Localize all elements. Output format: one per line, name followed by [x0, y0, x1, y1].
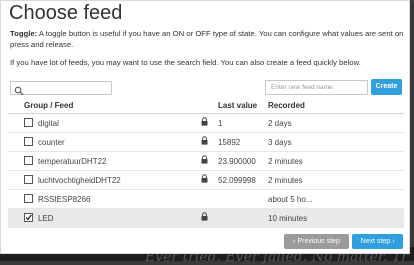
search-input[interactable]: [10, 81, 112, 96]
toggle-help: Toggle: A toggle button is useful if you…: [10, 29, 409, 50]
help-text: Toggle: A toggle button is useful if you…: [10, 29, 409, 77]
header-recorded: Recorded: [268, 101, 305, 110]
new-feed-name-input[interactable]: [265, 80, 368, 95]
last-value: 1: [218, 119, 223, 128]
feed-name: RSSIESP8266: [38, 195, 91, 204]
lock-icon: [201, 155, 208, 166]
last-value: 15892: [218, 138, 241, 147]
table-row[interactable]: luchtvochtigheidDHT22 52.099998 2 minutes: [8, 171, 404, 190]
feeds-table: Group / Feed Last value Recorded digital…: [8, 96, 404, 228]
toggle-label: Toggle:: [10, 29, 38, 38]
choose-feed-dialog: Choose feed Toggle: A toggle button is u…: [0, 0, 410, 254]
previous-step-button[interactable]: ‹ Previous step: [284, 234, 349, 249]
table-row[interactable]: LED 10 minutes: [8, 209, 404, 228]
header-group-feed: Group / Feed: [24, 101, 74, 110]
recorded-time: 10 minutes: [268, 214, 308, 223]
lock-icon: [201, 136, 208, 147]
recorded-time: 3 days: [268, 138, 292, 147]
toggle-description: A toggle button is useful if you have an…: [10, 29, 404, 49]
row-checkbox[interactable]: [24, 118, 33, 129]
recorded-time: 2 minutes: [268, 176, 303, 185]
create-feed-button[interactable]: Create: [371, 79, 402, 95]
previous-step-label: Previous step: [297, 238, 340, 245]
table-row[interactable]: counter 15892 3 days: [8, 133, 404, 152]
feed-name: temperatuurDHT22: [38, 157, 107, 166]
recorded-time: 2 minutes: [268, 157, 303, 166]
lock-icon: [201, 212, 208, 223]
row-checkbox[interactable]: [24, 213, 33, 224]
table-body: digital 1 2 days counter 15892 3 days temperat…: [8, 114, 404, 228]
table-row[interactable]: RSSIESP8266 about 5 ho...: [8, 190, 404, 209]
row-checkbox[interactable]: [24, 156, 33, 167]
row-checkbox[interactable]: [24, 175, 33, 186]
dialog-title: Choose feed: [9, 2, 123, 24]
next-step-label: Next step: [360, 238, 391, 245]
recorded-time: 2 days: [268, 119, 292, 128]
next-step-button[interactable]: Next step ›: [352, 234, 403, 249]
search-help: If you have lot of feeds, you may want t…: [10, 58, 361, 67]
feed-name: luchtvochtigheidDHT22: [38, 176, 121, 185]
recorded-time: about 5 ho...: [268, 195, 313, 204]
last-value: 23.900000: [218, 157, 256, 166]
table-row[interactable]: temperatuurDHT22 23.900000 2 minutes: [8, 152, 404, 171]
lock-icon: [201, 117, 208, 128]
chevron-left-icon: ‹: [293, 238, 296, 245]
feed-name: counter: [38, 138, 65, 147]
lock-icon: [201, 174, 208, 185]
row-checkbox[interactable]: [24, 137, 33, 148]
dialog-footer: ‹ Previous step Next step ›: [1, 227, 409, 253]
feed-name: LED: [38, 214, 54, 223]
last-value: 52.099998: [218, 176, 256, 185]
table-row[interactable]: digital 1 2 days: [8, 114, 404, 133]
header-last-value: Last value: [218, 101, 258, 110]
table-header: Group / Feed Last value Recorded: [8, 96, 404, 114]
feed-name: digital: [38, 119, 59, 128]
chevron-right-icon: ›: [392, 238, 395, 245]
row-checkbox[interactable]: [24, 194, 33, 205]
